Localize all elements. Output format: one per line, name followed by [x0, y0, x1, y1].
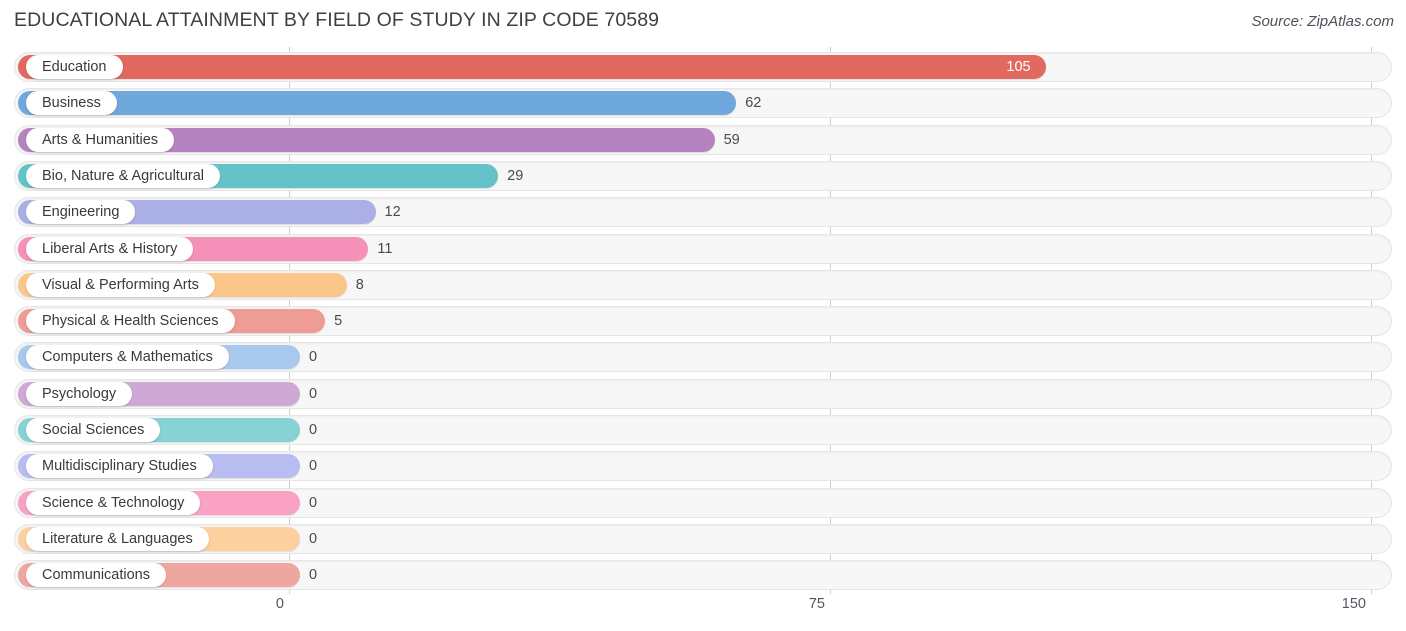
category-label: Literature & Languages [26, 526, 209, 551]
value-label: 0 [309, 422, 318, 438]
value-label: 0 [309, 530, 318, 547]
value-label: 5 [334, 313, 343, 330]
value-label: 12 [384, 204, 401, 221]
category-label: Education [26, 55, 123, 79]
x-axis-tick: 150 [1341, 596, 1366, 612]
bar-row: Education 105 [0, 52, 1406, 82]
value-label: 105 [1006, 59, 1031, 75]
value-bar[interactable] [18, 55, 1047, 79]
value-label: 0 [309, 385, 318, 402]
value-label: 0 [309, 349, 318, 366]
category-label: Arts & Humanities [26, 127, 175, 152]
bar-row: Engineering 12 [0, 197, 1406, 228]
value-label: 59 [723, 131, 740, 148]
category-label: Computers & Mathematics [26, 345, 229, 370]
category-label: Communications [26, 563, 166, 588]
category-label: Business [26, 91, 117, 116]
value-label: 62 [745, 95, 762, 112]
value-bar[interactable] [18, 91, 737, 116]
bar-row: Communications 0 [0, 560, 1406, 591]
chart-plot-area: Education 105 Business 62 Arts & Humanities 5… [0, 47, 1406, 594]
page-title: EDUCATIONAL ATTAINMENT BY FIELD OF STUDY… [14, 9, 660, 31]
x-axis: 0 75 150 [0, 594, 1406, 631]
bar-row: Physical & Health Sciences 5 [0, 306, 1406, 337]
bar-row: Arts & Humanities 59 [0, 124, 1406, 155]
bar-row: Business 62 [0, 88, 1406, 119]
category-label: Engineering [26, 200, 136, 225]
bar-row: Computers & Mathematics 0 [0, 342, 1406, 373]
category-label: Multidisciplinary Studies [26, 454, 213, 479]
value-label: 0 [309, 567, 318, 584]
category-label: Liberal Arts & History [26, 236, 194, 261]
x-axis-tick: 75 [808, 596, 825, 612]
bar-row: Science & Technology 0 [0, 487, 1406, 518]
source-label: Source: ZipAtlas.com [1251, 13, 1394, 30]
chart-header: EDUCATIONAL ATTAINMENT BY FIELD OF STUDY… [0, 0, 1406, 45]
value-label: 11 [377, 240, 393, 257]
bar-row: Psychology 0 [0, 378, 1406, 409]
bar-row: Multidisciplinary Studies 0 [0, 451, 1406, 482]
category-label: Social Sciences [26, 418, 161, 442]
x-axis-tick: 0 [275, 596, 284, 612]
value-label: 0 [309, 458, 318, 475]
category-label: Psychology [26, 381, 133, 406]
category-label: Bio, Nature & Agricultural [26, 163, 220, 188]
bar-row: Social Sciences 0 [0, 415, 1406, 445]
bar-row: Bio, Nature & Agricultural 29 [0, 160, 1406, 191]
value-label: 29 [507, 167, 524, 184]
value-label: 8 [355, 276, 364, 293]
category-label: Science & Technology [26, 490, 201, 515]
category-label: Physical & Health Sciences [26, 309, 235, 334]
category-label: Visual & Performing Arts [26, 272, 215, 297]
bar-row: Visual & Performing Arts 8 [0, 269, 1406, 300]
value-label: 0 [309, 494, 318, 511]
bar-row: Liberal Arts & History 11 [0, 233, 1406, 264]
bar-row: Literature & Languages 0 [0, 523, 1406, 554]
